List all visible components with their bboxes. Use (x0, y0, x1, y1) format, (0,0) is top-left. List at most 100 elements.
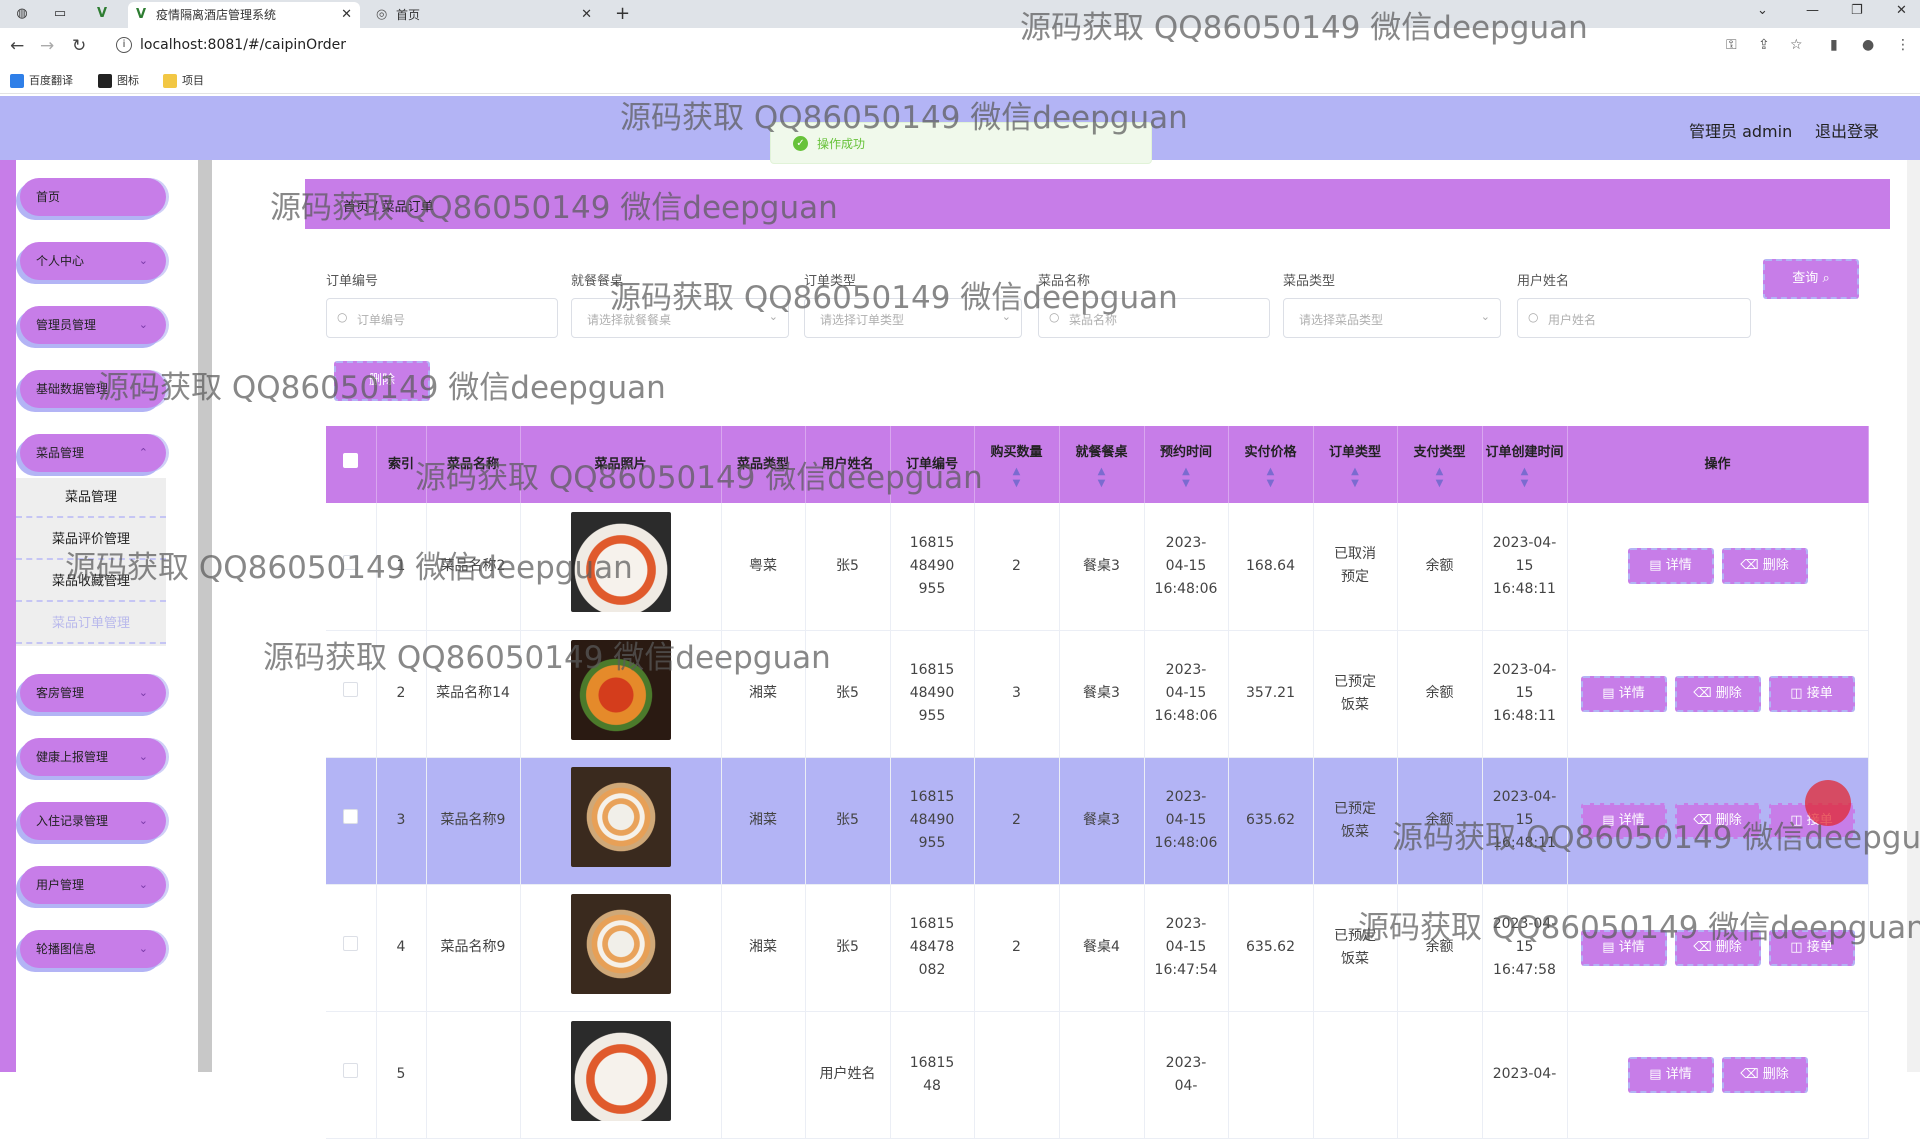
sort-icon[interactable]: ▲ ▼ (1060, 466, 1144, 490)
sort-icon[interactable]: ▲ ▼ (1145, 466, 1228, 490)
delete-button[interactable]: ⌫ 删除 (1674, 802, 1761, 839)
batch-delete-button[interactable]: 删除 (334, 361, 430, 401)
detail-button[interactable]: ▤ 详情 (1580, 802, 1667, 839)
minimize-icon[interactable]: — (1806, 0, 1819, 22)
close-tab-icon[interactable]: ✕ (341, 2, 352, 28)
cell-order-no: 1681548490955 (890, 630, 975, 758)
vue-tab-icon[interactable]: V (92, 4, 112, 24)
col-header[interactable]: 用户姓名 (805, 426, 891, 503)
delete-button[interactable]: ⌫ 删除 (1674, 929, 1761, 966)
tab-search-icon[interactable]: ⌄ (1757, 0, 1768, 22)
browser-tab[interactable]: ◎ 首页 ✕ (368, 2, 600, 28)
row-select[interactable] (326, 1011, 377, 1139)
page-scrollbar[interactable] (1907, 160, 1920, 1072)
sidebar-item-profile[interactable]: 个人中心 ⌄ (20, 242, 166, 280)
blank-tab-icon[interactable]: ▭ (50, 4, 70, 24)
table-row[interactable]: 3 菜品名称9 湘菜 张5 1681548490955 2 餐桌3 2023-04-15 16… (326, 757, 1869, 885)
table-row[interactable]: 2 菜品名称14 湘菜 张5 1681548490955 3 餐桌3 2023-04-15 1… (326, 630, 1869, 758)
table-select[interactable]: 请选择就餐餐桌 ⌄ (571, 298, 789, 338)
checkbox[interactable] (343, 1063, 359, 1078)
new-tab-icon[interactable]: + (615, 2, 630, 26)
sidebar-item-checkin[interactable]: 入住记录管理 ⌄ (20, 802, 166, 840)
col-header[interactable]: 订单类型 ▲ ▼ (1313, 426, 1398, 503)
table-row[interactable]: 4 菜品名称9 湘菜 张5 1681548478082 2 餐桌4 2023-04-15 16… (326, 884, 1869, 1012)
logout-link[interactable]: 退出登录 (1815, 118, 1879, 142)
submenu-item-dish-manage[interactable]: 菜品管理 (16, 478, 166, 518)
reload-icon[interactable]: ↻ (72, 34, 86, 58)
key-icon[interactable]: ⚿ (1726, 37, 1737, 53)
detail-button[interactable]: ▤ 详情 (1580, 929, 1667, 966)
accept-order-button[interactable]: ◫ 接单 (1768, 929, 1855, 966)
sidebar-item-basedata[interactable]: 基础数据管理 ⌄ (20, 370, 166, 408)
delete-button[interactable]: ⌫ 删除 (1721, 1056, 1808, 1093)
profile-icon[interactable]: ● (1862, 37, 1874, 53)
dish-type-select[interactable]: 请选择菜品类型 ⌄ (1283, 298, 1501, 338)
sidebar-item-dishes[interactable]: 菜品管理 ⌃ (20, 434, 166, 472)
trash-icon: ⌫ (1740, 1066, 1759, 1082)
sort-icon[interactable]: ▲ ▼ (1483, 466, 1567, 490)
bookmark-item[interactable]: 项目 (163, 72, 204, 88)
sidebar-item-carousel[interactable]: 轮播图信息 ⌄ (20, 930, 166, 968)
sidebar-item-home[interactable]: 首页 (20, 178, 166, 216)
detail-button[interactable]: ▤ 详情 (1580, 675, 1667, 712)
col-header[interactable]: 订单创建时间 ▲ ▼ (1482, 426, 1568, 503)
delete-button[interactable]: ⌫ 删除 (1674, 675, 1761, 712)
sidebar-scrollbar[interactable] (198, 160, 212, 1072)
github-icon[interactable]: ◍ (12, 4, 32, 24)
table-row[interactable]: 1 菜品名称2 粤菜 张5 1681548490955 2 餐桌3 2023-04-15 16… (326, 503, 1869, 631)
back-icon[interactable]: ← (10, 34, 24, 58)
close-tab-icon[interactable]: ✕ (581, 2, 592, 28)
bookmark-item[interactable]: 百度翻译 (10, 72, 73, 88)
sort-icon[interactable]: ▲ ▼ (1398, 466, 1482, 490)
delete-button[interactable]: ⌫ 删除 (1721, 548, 1808, 585)
checkbox[interactable] (343, 682, 359, 697)
cell-pay-type: 余额 (1397, 884, 1483, 1012)
url-field[interactable]: i localhost:8081/#/caipinOrder (108, 33, 1708, 61)
order-no-input[interactable]: ○ 订单编号 (326, 298, 558, 338)
side-panel-icon[interactable]: ▮ (1830, 37, 1838, 53)
submenu-item-dish-favorite[interactable]: 菜品收藏管理 (16, 562, 166, 602)
query-button[interactable]: 查询 ⌕ (1763, 259, 1859, 299)
row-select[interactable] (326, 503, 377, 631)
detail-button[interactable]: ▤ 详情 (1627, 548, 1714, 585)
browser-tab-active[interactable]: V 疫情隔离酒店管理系统 ✕ (128, 2, 360, 28)
col-header[interactable]: 就餐餐桌 ▲ ▼ (1059, 426, 1145, 503)
col-header[interactable]: 支付类型 ▲ ▼ (1397, 426, 1483, 503)
col-header[interactable]: 购买数量 ▲ ▼ (974, 426, 1060, 503)
col-header[interactable]: 实付价格 ▲ ▼ (1228, 426, 1314, 503)
sort-icon[interactable]: ▲ ▼ (1314, 466, 1397, 490)
forward-icon[interactable]: → (40, 34, 54, 58)
sidebar-item-admins[interactable]: 管理员管理 ⌄ (20, 306, 166, 344)
col-header[interactable]: 订单编号 (890, 426, 975, 503)
submenu-item-dish-review[interactable]: 菜品评价管理 (16, 520, 166, 560)
table-row[interactable]: 5 用户姓名 1681548 2023-04- 2023-04- ▤ 详情 ⌫ 删除 (326, 1011, 1869, 1139)
checkbox[interactable] (343, 809, 359, 824)
row-select[interactable] (326, 757, 377, 885)
restore-icon[interactable]: ❐ (1851, 0, 1863, 22)
select-all[interactable] (326, 426, 377, 503)
accept-order-button[interactable]: ◫ 接单 (1768, 675, 1855, 712)
row-select[interactable] (326, 630, 377, 758)
col-header[interactable]: 菜品类型 (721, 426, 806, 503)
share-icon[interactable]: ⇪ (1758, 37, 1770, 53)
menu-icon[interactable]: ⋮ (1896, 37, 1910, 53)
row-select[interactable] (326, 884, 377, 1012)
bookmark-item[interactable]: 图标 (98, 72, 139, 88)
sort-icon[interactable]: ▲ ▼ (1229, 466, 1313, 490)
star-icon[interactable]: ☆ (1790, 37, 1803, 53)
submenu-item-dish-order[interactable]: 菜品订单管理 (16, 604, 166, 644)
sidebar-item-users[interactable]: 用户管理 ⌄ (20, 866, 166, 904)
site-info-icon[interactable]: i (116, 37, 132, 53)
order-type-select[interactable]: 请选择订单类型 ⌄ (804, 298, 1022, 338)
user-name-input[interactable]: ○ 用户姓名 (1517, 298, 1751, 338)
sidebar-item-health[interactable]: 健康上报管理 ⌄ (20, 738, 166, 776)
detail-button[interactable]: ▤ 详情 (1627, 1056, 1714, 1093)
dish-name-input[interactable]: ○ 菜品名称 (1038, 298, 1270, 338)
close-window-icon[interactable]: ✕ (1896, 0, 1907, 22)
sidebar-item-rooms[interactable]: 客房管理 ⌄ (20, 674, 166, 712)
checkbox[interactable] (343, 554, 359, 570)
sort-icon[interactable]: ▲ ▼ (975, 466, 1059, 490)
checkbox[interactable] (343, 452, 359, 468)
col-header[interactable]: 预约时间 ▲ ▼ (1144, 426, 1229, 503)
checkbox[interactable] (343, 936, 359, 951)
